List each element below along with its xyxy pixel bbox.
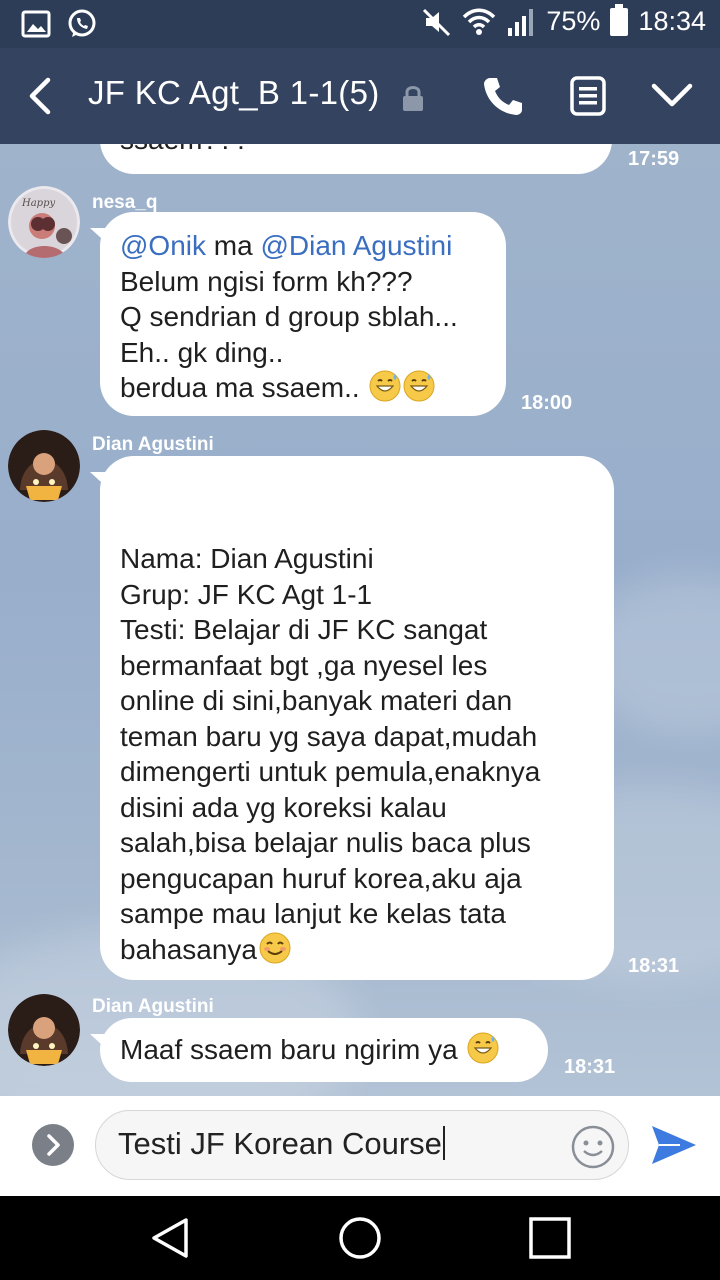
message-line: online di sini,banyak materi dan (120, 685, 513, 716)
nav-back-icon[interactable] (148, 1216, 192, 1260)
message-line: Eh.. gk ding.. (120, 337, 284, 368)
message-line: Belum ngisi form kh??? (120, 266, 413, 297)
message-bubble[interactable]: Nama: Dian Agustini Grup: JF KC Agt 1-1 … (90, 456, 614, 980)
gallery-icon (21, 10, 51, 38)
message-line: teman baru yg saya dapat,mudah (120, 721, 538, 752)
message-line: Testi: Belajar di JF KC sangat (120, 614, 488, 645)
sender-name: Dian Agustini (92, 996, 214, 1017)
expand-button[interactable] (32, 1124, 74, 1166)
message-line: berdua ma ssaem.. (120, 370, 435, 406)
message-bubble[interactable]: Maaf ssaem baru ngirim ya (90, 1018, 548, 1082)
whatsapp-icon (68, 9, 96, 37)
message-line: pengucapan huruf korea,aku aja (120, 863, 522, 894)
battery-icon (610, 3, 629, 36)
message-line: Q sendrian d group sblah... (120, 301, 458, 332)
notes-icon[interactable] (570, 76, 606, 116)
message-line: @Onik ma @Dian Agustini (120, 230, 453, 261)
message-input-value[interactable]: Testi JF Korean Course (118, 1126, 445, 1162)
message-line: salah,bisa belajar nulis baca plus (120, 827, 531, 858)
message-line: dimengerti untuk pemula,enaknya (120, 756, 541, 787)
message-bubble[interactable]: ssaem??? (100, 144, 612, 174)
back-icon[interactable] (20, 74, 60, 118)
chat-title: JF KC Agt_B 1-1(5) (88, 74, 380, 111)
smile-emoji-icon (259, 932, 291, 964)
sender-name: nesa_q (92, 192, 158, 213)
message-line: bahasanya (120, 932, 291, 968)
lock-icon (403, 86, 423, 111)
battery-percent: 75% (546, 6, 601, 36)
message-time: 18:31 (564, 1056, 616, 1078)
message-line: Maaf ssaem baru ngirim ya (120, 1032, 499, 1068)
mention-link[interactable]: @Dian Agustini (260, 230, 452, 261)
emoji-icon[interactable] (570, 1124, 616, 1170)
call-icon[interactable] (482, 76, 524, 116)
status-bar: 75% 18:34 (0, 0, 720, 48)
grin-sweat-emoji-icon (369, 370, 401, 402)
send-icon[interactable] (650, 1122, 698, 1168)
message-time: 18:00 (521, 392, 573, 414)
nav-home-icon[interactable] (338, 1216, 382, 1260)
chat-area[interactable]: ssaem??? 17:59 Happy nesa_q @Onik ma @Di… (0, 144, 720, 1096)
avatar[interactable] (8, 994, 80, 1066)
message-line: Grup: JF KC Agt 1-1 (120, 579, 373, 610)
message-line: ssaem??? (120, 144, 249, 158)
wifi-icon (463, 8, 496, 35)
message-line: Nama: Dian Agustini (120, 543, 374, 574)
avatar[interactable] (8, 430, 80, 502)
nav-recent-icon[interactable] (528, 1216, 572, 1260)
expand-icon (47, 1134, 60, 1156)
mute-icon (423, 8, 451, 36)
grin-sweat-emoji-icon (403, 370, 435, 402)
grin-sweat-emoji-icon (467, 1032, 499, 1064)
message-time: 18:31 (628, 955, 680, 977)
avatar[interactable]: Happy (8, 186, 80, 258)
message-bubble[interactable]: @Onik ma @Dian Agustini Belum ngisi form… (90, 212, 506, 416)
message-line: bermanfaat bgt ,ga nyesel les (120, 650, 488, 681)
signal-icon (508, 8, 534, 36)
mention-link[interactable]: @Onik (120, 230, 206, 261)
chat-header: JF KC Agt_B 1-1(5) (0, 48, 720, 144)
sender-name: Dian Agustini (92, 434, 214, 455)
clock: 18:34 (638, 6, 706, 36)
svg-text:Happy: Happy (21, 198, 55, 209)
message-line: disini ada yg koreksi kalau (120, 792, 447, 823)
message-time: 17:59 (628, 148, 680, 170)
chevron-down-icon[interactable] (650, 78, 694, 114)
message-line: sampe mau lanjut ke kelas tata (120, 898, 506, 929)
